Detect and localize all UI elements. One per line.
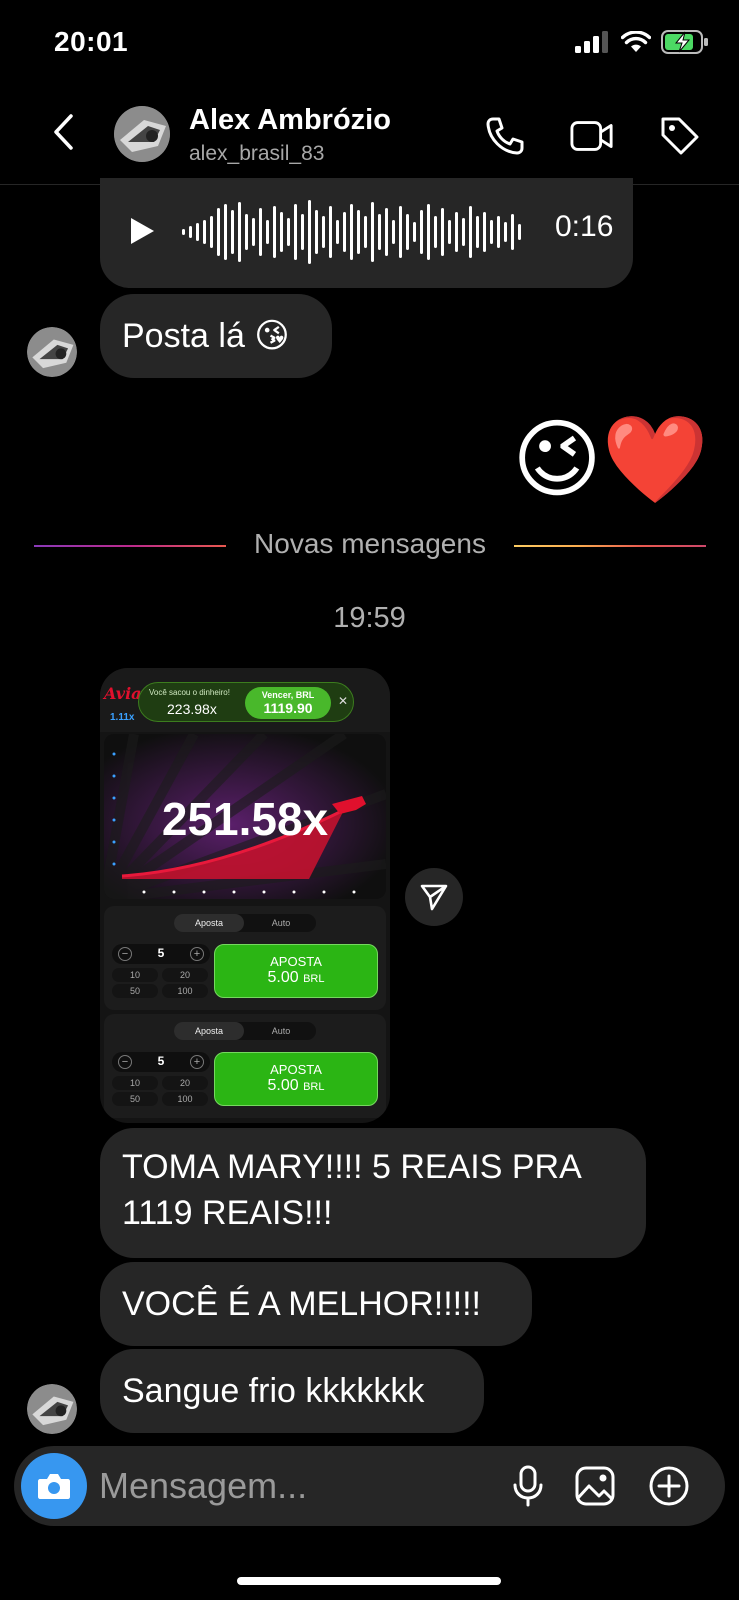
status-bar: 20:01 bbox=[0, 0, 739, 90]
status-icons bbox=[575, 30, 709, 54]
bet-amount: 5.00 bbox=[267, 1077, 299, 1094]
status-time: 20:01 bbox=[54, 26, 129, 57]
bet-panel: Aposta Auto − 5 + 10 20 50 100 APOSTA 5.… bbox=[104, 1014, 386, 1118]
voice-message[interactable]: 0:16 bbox=[100, 178, 633, 288]
game-area: 251.58x bbox=[104, 734, 386, 899]
quick-amount: 10 bbox=[112, 968, 158, 982]
cashout-multiplier: 223.98x bbox=[167, 701, 217, 717]
message-input[interactable] bbox=[99, 1460, 479, 1512]
message-bubble[interactable]: TOMA MARY!!!! 5 REAIS PRA 1119 REAIS!!! bbox=[100, 1128, 646, 1258]
camera-icon bbox=[38, 1474, 70, 1499]
plus-icon: + bbox=[190, 1055, 204, 1069]
stake-stepper: − 5 + bbox=[112, 1052, 210, 1072]
tab-auto: Auto bbox=[271, 1026, 291, 1036]
call-button[interactable] bbox=[483, 114, 527, 158]
tab-aposta: Aposta bbox=[174, 1022, 244, 1040]
quick-amount: 20 bbox=[162, 968, 208, 982]
plus-icon: + bbox=[190, 947, 204, 961]
bet-amount: 5.00 bbox=[267, 969, 299, 986]
new-messages-label: Novas mensagens bbox=[254, 528, 486, 559]
cashout-notification: Você sacou o dinheiro! 223.98x Vencer, B… bbox=[138, 682, 354, 722]
camera-button[interactable] bbox=[21, 1453, 87, 1519]
quick-amount: 100 bbox=[162, 984, 208, 998]
chat-header: Alex Ambrózio alex_brasil_83 bbox=[0, 90, 739, 185]
contact-handle[interactable]: alex_brasil_83 bbox=[189, 142, 324, 166]
win-value: 1119.90 bbox=[263, 700, 313, 716]
back-button[interactable] bbox=[48, 112, 78, 152]
reaction-emojis[interactable]: 😉❤️ bbox=[512, 410, 709, 510]
home-indicator[interactable] bbox=[237, 1577, 501, 1585]
phone-icon bbox=[486, 117, 524, 155]
message-timestamp: 19:59 bbox=[333, 602, 406, 634]
quick-amount: 100 bbox=[162, 1092, 208, 1106]
add-circle-icon bbox=[649, 1466, 689, 1506]
bet-button: APOSTA 5.00 BRL bbox=[214, 944, 378, 998]
message-composer bbox=[14, 1446, 725, 1526]
quick-amount: 50 bbox=[112, 984, 158, 998]
tab-aposta: Aposta bbox=[174, 914, 244, 932]
bet-button: APOSTA 5.00 BRL bbox=[214, 1052, 378, 1106]
bet-currency: BRL bbox=[303, 1081, 325, 1093]
gallery-button[interactable] bbox=[571, 1462, 619, 1510]
quick-amount: 50 bbox=[112, 1092, 158, 1106]
voice-record-button[interactable] bbox=[504, 1462, 552, 1510]
bet-button-amount: 5.00 BRL bbox=[215, 969, 377, 987]
microphone-icon bbox=[513, 1465, 543, 1507]
bet-tabs: Aposta Auto bbox=[174, 1022, 316, 1040]
video-call-button[interactable] bbox=[570, 114, 614, 158]
share-button[interactable] bbox=[405, 868, 463, 926]
gallery-icon bbox=[575, 1466, 615, 1506]
shared-screenshot[interactable]: Aviator Você sacou o dinheiro! 223.98x V… bbox=[100, 668, 390, 1123]
message-bubble[interactable]: Posta lá 😘 bbox=[100, 294, 332, 378]
voice-play-button[interactable] bbox=[128, 216, 156, 251]
game-topbar: Aviator Você sacou o dinheiro! 223.98x V… bbox=[100, 668, 390, 732]
close-icon: ✕ bbox=[337, 694, 348, 708]
quick-amount: 20 bbox=[162, 1076, 208, 1090]
message-bubble[interactable]: Sangue frio kkkkkkk bbox=[100, 1349, 484, 1433]
bet-currency: BRL bbox=[303, 973, 325, 985]
back-chevron-icon bbox=[54, 114, 73, 150]
bet-button-label: APOSTA bbox=[270, 1062, 322, 1077]
play-icon bbox=[131, 218, 154, 244]
quick-amount: 10 bbox=[112, 1076, 158, 1090]
more-button[interactable] bbox=[645, 1462, 693, 1510]
new-messages-divider: Novas mensagens bbox=[34, 528, 706, 564]
waveform-icon bbox=[182, 200, 521, 264]
big-multiplier: 251.58x bbox=[161, 793, 329, 845]
bet-panel: Aposta Auto − 5 + 10 20 50 100 APOSTA 5.… bbox=[104, 906, 386, 1010]
signal-icon bbox=[575, 31, 608, 53]
stake-stepper: − 5 + bbox=[112, 944, 210, 964]
cashout-win-badge: Vencer, BRL 1119.90 bbox=[245, 687, 331, 719]
bet-button-amount: 5.00 BRL bbox=[215, 1077, 377, 1095]
message-bubble[interactable]: VOCÊ É A MELHOR!!!!! bbox=[100, 1262, 532, 1346]
wifi-icon bbox=[621, 31, 651, 52]
send-icon bbox=[420, 884, 448, 911]
cashout-label: Você sacou o dinheiro! bbox=[149, 688, 230, 697]
battery-charging-icon bbox=[661, 30, 708, 54]
bet-tabs: Aposta Auto bbox=[174, 914, 316, 932]
bet-button-label: APOSTA bbox=[270, 954, 322, 969]
win-label: Vencer, BRL bbox=[261, 690, 315, 700]
contact-name[interactable]: Alex Ambrózio bbox=[189, 104, 391, 137]
contact-avatar-small[interactable] bbox=[27, 327, 77, 377]
tag-button[interactable] bbox=[658, 114, 702, 158]
voice-duration: 0:16 bbox=[555, 210, 614, 243]
contact-avatar-small[interactable] bbox=[27, 1384, 77, 1434]
divider-line bbox=[514, 545, 706, 547]
contact-avatar[interactable] bbox=[114, 106, 170, 162]
tag-icon bbox=[661, 117, 699, 155]
history-multiplier: 1.11x bbox=[110, 712, 135, 723]
tab-auto: Auto bbox=[271, 918, 291, 928]
video-camera-icon bbox=[570, 121, 613, 151]
